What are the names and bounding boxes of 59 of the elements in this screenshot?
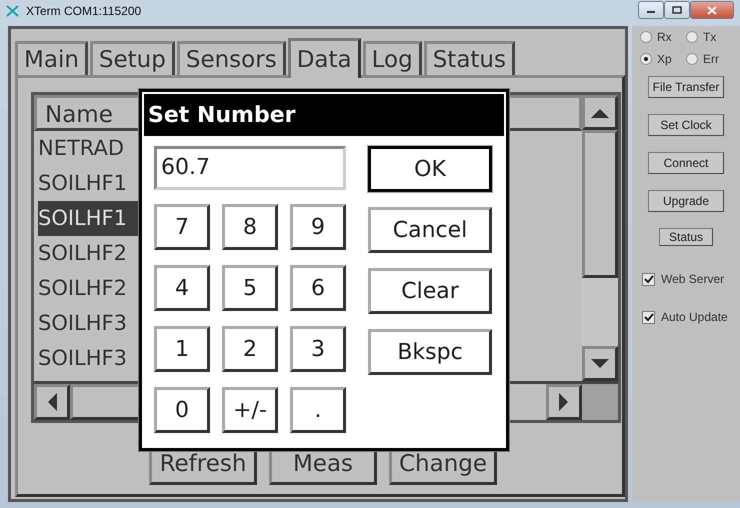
scroll-down-button[interactable] <box>582 346 618 381</box>
dialog-button[interactable]: OK <box>368 146 492 192</box>
left-arrow-icon <box>47 393 57 411</box>
side-button[interactable]: Status <box>659 228 713 246</box>
side-button[interactable]: Connect <box>648 152 724 174</box>
dialog-button[interactable]: Bkspc <box>368 329 492 375</box>
dialog-title: Set Number <box>144 94 504 136</box>
checkbox-label: Auto Update <box>661 310 728 324</box>
keypad-key[interactable]: +/- <box>222 387 278 433</box>
radio-button[interactable] <box>686 31 698 43</box>
radio-button[interactable] <box>640 53 652 65</box>
tab[interactable]: Setup <box>90 41 175 75</box>
keypad-key[interactable]: 2 <box>222 326 278 372</box>
dialog-button[interactable]: Cancel <box>368 207 492 253</box>
keypad-key[interactable]: 6 <box>290 265 346 311</box>
dialog-button[interactable]: Clear <box>368 268 492 314</box>
vertical-scrollbar[interactable] <box>582 95 618 381</box>
minimize-button[interactable] <box>638 1 664 19</box>
checkbox-label: Web Server <box>661 272 724 286</box>
window-title: XTerm COM1:115200 <box>26 4 142 18</box>
checkbox[interactable] <box>642 310 655 324</box>
checkbox[interactable] <box>642 272 655 286</box>
number-field[interactable]: 60.7 <box>154 146 346 190</box>
scroll-up-button[interactable] <box>582 95 618 130</box>
scroll-left-button[interactable] <box>34 384 70 420</box>
radio-label: Err <box>703 52 719 66</box>
keypad-key[interactable]: 1 <box>154 326 210 372</box>
side-button[interactable]: Set Clock <box>648 114 724 136</box>
close-button[interactable] <box>690 1 734 19</box>
keypad-key[interactable]: 0 <box>154 387 210 433</box>
app-icon <box>6 5 20 17</box>
keypad-key[interactable]: 3 <box>290 326 346 372</box>
tab[interactable]: Sensors <box>176 41 286 75</box>
tab[interactable]: Main <box>15 41 88 75</box>
keypad-key[interactable]: 8 <box>222 204 278 250</box>
scroll-thumb[interactable] <box>582 130 618 278</box>
maximize-button[interactable] <box>664 1 690 19</box>
tab[interactable]: Log <box>362 41 422 75</box>
keypad-key[interactable]: 9 <box>290 204 346 250</box>
radio-label: Xp <box>657 52 672 66</box>
maximize-icon <box>672 6 682 14</box>
scrollbar-corner <box>582 384 618 420</box>
up-arrow-icon <box>591 108 609 118</box>
keypad-key[interactable]: . <box>290 387 346 433</box>
keypad-key[interactable]: 7 <box>154 204 210 250</box>
close-icon <box>707 6 717 14</box>
right-arrow-icon <box>559 393 569 411</box>
radio-label: Rx <box>657 30 672 44</box>
keypad-key[interactable]: 5 <box>222 265 278 311</box>
side-button[interactable]: File Transfer <box>648 76 724 98</box>
side-button[interactable]: Upgrade <box>648 190 724 212</box>
radio-label: Tx <box>703 30 716 44</box>
down-arrow-icon <box>591 358 609 368</box>
radio-button[interactable] <box>640 31 652 43</box>
scroll-right-button[interactable] <box>546 384 582 420</box>
keypad-key[interactable]: 4 <box>154 265 210 311</box>
radio-button[interactable] <box>686 53 698 65</box>
tab[interactable]: Data <box>288 38 361 78</box>
tab[interactable]: Status <box>424 41 515 75</box>
